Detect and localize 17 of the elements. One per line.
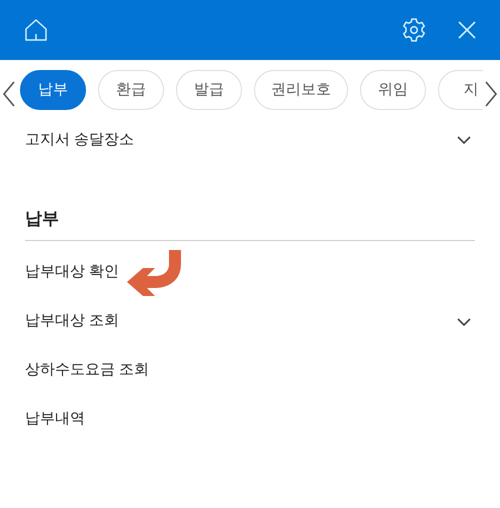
close-icon[interactable] <box>458 21 476 39</box>
menu-item[interactable]: 상하수도요금 조회 <box>25 359 150 382</box>
scroll-right-icon[interactable] <box>484 81 498 107</box>
settings-icon[interactable] <box>401 17 427 43</box>
category-tab[interactable]: 위임 <box>360 70 426 110</box>
category-tab[interactable]: 지 <box>438 70 483 110</box>
menu-item[interactable]: 고지서 송달장소 <box>25 128 134 152</box>
scroll-left-icon[interactable] <box>2 81 16 107</box>
menu-item[interactable]: 납부내역 <box>25 408 85 431</box>
category-tab[interactable]: 발급 <box>176 70 242 110</box>
category-tab[interactable]: 권리보호 <box>254 70 348 110</box>
category-tab[interactable]: 환급 <box>98 70 164 110</box>
menu-item[interactable]: 납부대상 확인 <box>25 261 120 284</box>
category-tab[interactable]: 납부 <box>20 70 86 110</box>
menu-item[interactable]: 납부대상 조회 <box>25 310 120 333</box>
home-icon[interactable] <box>24 18 48 42</box>
section-heading: 납부 <box>25 208 60 230</box>
